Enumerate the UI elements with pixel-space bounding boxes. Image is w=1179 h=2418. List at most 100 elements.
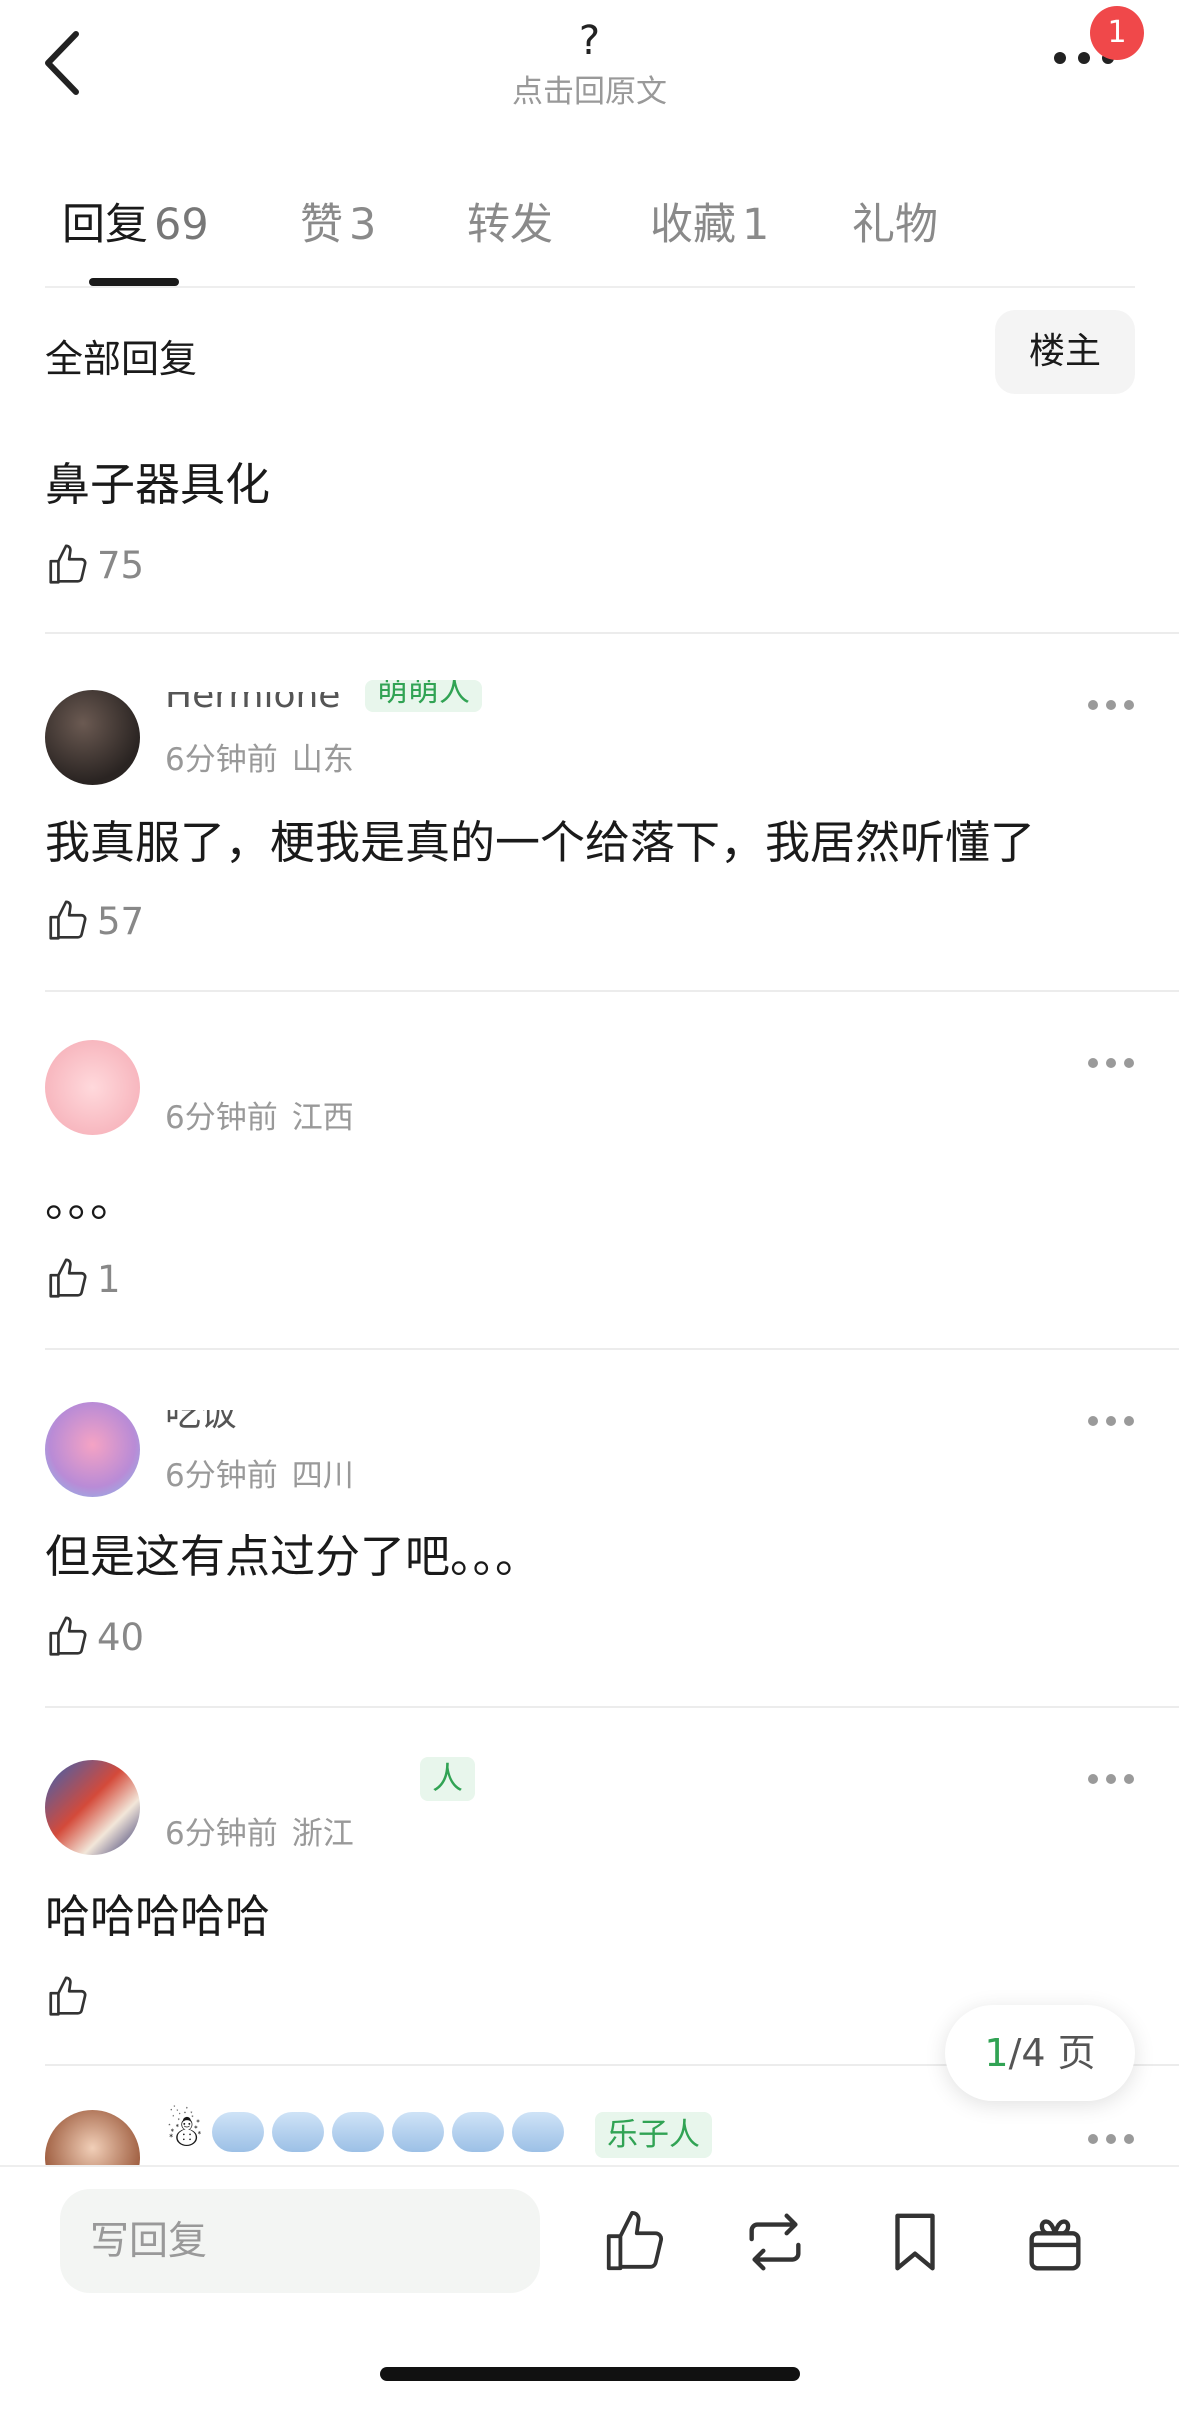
more-dot: [1106, 700, 1116, 710]
more-icon: [1088, 1058, 1098, 1068]
comment-divider: [45, 632, 1179, 634]
tab-replies[interactable]: 回复 69: [62, 190, 209, 252]
avatar[interactable]: [45, 1402, 140, 1497]
tab-favorites[interactable]: 收藏 1: [650, 190, 769, 252]
comment-time: 6分钟前: [165, 742, 278, 778]
thumb-up-icon: [49, 1616, 87, 1656]
avatar[interactable]: [45, 690, 140, 785]
tab-gifts[interactable]: 礼物: [852, 190, 938, 252]
avatar[interactable]: [45, 1040, 140, 1135]
comment-text: 。。。: [45, 1174, 136, 1227]
more-dot: [1078, 52, 1090, 64]
snowman-icon: ☃: [165, 2106, 205, 2157]
avatar[interactable]: [45, 1760, 140, 1855]
user-tag: 萌萌人: [365, 680, 482, 712]
tab-likes[interactable]: 赞3: [300, 190, 376, 252]
comment-divider: [45, 1348, 1179, 1350]
notification-badge: 1: [1090, 6, 1144, 60]
more-dot: [1106, 1058, 1116, 1068]
current-page: 1: [984, 2031, 1009, 2075]
tab-label: 礼物: [852, 200, 938, 250]
like-button[interactable]: 75: [45, 540, 144, 590]
comment-location: 四川: [291, 1458, 354, 1494]
more-dot: [1106, 1416, 1116, 1426]
like-count: 75: [97, 543, 145, 587]
comment-text: 哈哈哈哈哈: [45, 1890, 271, 1943]
more-dot: [1124, 700, 1134, 710]
more-icon: [1088, 1416, 1098, 1426]
owner-only-button[interactable]: 楼主: [995, 310, 1135, 394]
thumb-up-icon: [49, 1258, 87, 1298]
like-count: 1: [97, 1257, 121, 1301]
tab-count: 3: [349, 200, 377, 250]
tab-reposts[interactable]: 转发: [467, 190, 553, 252]
page-total: /4 页: [1008, 2031, 1096, 2075]
like-button[interactable]: [45, 1972, 97, 2022]
thumb-up-icon: [606, 2210, 664, 2271]
more-dot: [1124, 1774, 1134, 1784]
gift-icon: [1029, 2219, 1081, 2271]
gift-button[interactable]: [1020, 2207, 1090, 2277]
user-tag: 人: [420, 1757, 475, 1801]
like-button[interactable]: 1: [45, 1254, 121, 1304]
bottom-action-bar: [0, 2165, 1179, 2418]
comment-more-button[interactable]: [1088, 1048, 1134, 1078]
back-to-original-link[interactable]: 点击回原文: [0, 66, 1179, 111]
page-title: ?: [578, 18, 601, 64]
comment-text: 我真服了，梗我是真的一个给落下，我居然听懂了: [45, 816, 1036, 869]
comment-more-button[interactable]: [1088, 690, 1134, 720]
more-dot: [1124, 2134, 1134, 2144]
user-name-emojis[interactable]: ☃: [165, 2102, 565, 2162]
more-dot: [1106, 1774, 1116, 1784]
cloud-icon: [272, 2112, 325, 2152]
active-tab-indicator: [89, 278, 179, 286]
more-dot: [1106, 2134, 1116, 2144]
comment-location: 浙江: [291, 1816, 354, 1852]
comment-text: 但是这有点过分了吧。。。: [45, 1530, 541, 1583]
user-tag: 乐子人: [595, 2112, 712, 2158]
home-indicator: [380, 2367, 800, 2381]
comment-time: 6分钟前: [165, 1816, 278, 1852]
comment-meta: 6分钟前 山东: [165, 734, 354, 779]
more-icon: [1088, 1774, 1098, 1784]
like-button[interactable]: 57: [45, 896, 144, 946]
comment-meta: 6分钟前 江西: [165, 1092, 354, 1137]
top-bar: ? 点击回原文 1: [0, 0, 1179, 150]
more-dot: [1124, 1058, 1134, 1068]
bookmark-button[interactable]: [880, 2207, 950, 2277]
like-count: 40: [97, 1615, 145, 1659]
comment-meta: 6分钟前 四川: [165, 1450, 354, 1495]
tabs-divider: [45, 286, 1135, 288]
comment-time: 6分钟前: [165, 1100, 278, 1136]
user-name[interactable]: Hermione: [165, 692, 340, 714]
thumb-up-icon: [49, 1976, 87, 2016]
tab-bar: 回复 69 赞3 转发 收藏 1 礼物: [0, 190, 1179, 290]
thumb-up-icon: [49, 900, 87, 940]
tab-label: 回复: [62, 200, 148, 250]
bookmark-icon: [895, 2213, 935, 2271]
comment-time: 6分钟前: [165, 1458, 278, 1494]
filter-row: 全部回复 楼主: [0, 310, 1179, 400]
comment-meta: 6分钟前 浙江: [165, 1808, 354, 1853]
more-icon: [1088, 2134, 1098, 2144]
more-icon: [1088, 700, 1098, 710]
repost-button[interactable]: [740, 2207, 810, 2277]
comment-more-button[interactable]: [1088, 1764, 1134, 1794]
cloud-icon: [452, 2112, 505, 2152]
tab-label: 转发: [467, 200, 553, 250]
tab-label: 赞: [300, 200, 343, 250]
page-indicator[interactable]: 1/4 页: [945, 2005, 1135, 2101]
cloud-icon: [212, 2112, 265, 2152]
user-name[interactable]: 吃饭: [165, 1410, 237, 1432]
comment-divider: [45, 990, 1179, 992]
like-button[interactable]: 40: [45, 1612, 144, 1662]
reply-input[interactable]: [60, 2189, 540, 2293]
like-count: 57: [97, 899, 145, 943]
like-post-button[interactable]: [600, 2207, 670, 2277]
comment-location: 山东: [291, 742, 354, 778]
comment-more-button[interactable]: [1088, 1406, 1134, 1436]
cloud-icon: [392, 2112, 445, 2152]
comment-location: 江西: [291, 1100, 354, 1136]
tab-label: 收藏: [650, 200, 736, 250]
comment-more-button[interactable]: [1088, 2124, 1134, 2154]
